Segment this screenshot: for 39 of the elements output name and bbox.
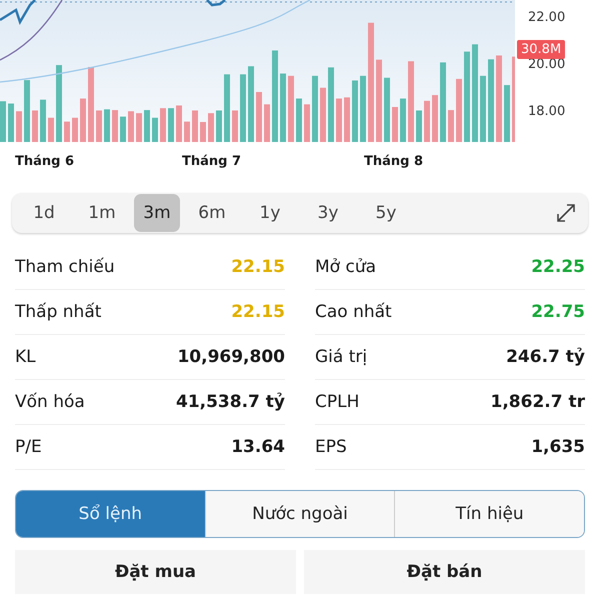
stat-value: 10,969,800 bbox=[177, 347, 285, 367]
period-tab[interactable]: 1y bbox=[244, 194, 296, 232]
stat-label: P/E bbox=[15, 437, 42, 457]
price-axis-label: 18.00 bbox=[528, 104, 566, 119]
period-tab[interactable]: 1d bbox=[18, 194, 70, 232]
stat-label: Cao nhất bbox=[315, 302, 392, 322]
stat-value: 1,635 bbox=[531, 437, 585, 457]
tab[interactable]: Nước ngoài bbox=[204, 491, 394, 537]
month-label: Tháng 8 bbox=[364, 154, 424, 169]
stat-value: 41,538.7 tỷ bbox=[176, 392, 285, 412]
period-tab[interactable]: 3y bbox=[302, 194, 354, 232]
stat-value: 13.64 bbox=[231, 437, 285, 457]
stat-label: Vốn hóa bbox=[15, 392, 85, 412]
stat-value: 22.15 bbox=[231, 257, 285, 277]
stat-value: 22.75 bbox=[531, 302, 585, 322]
stat-value: 22.15 bbox=[231, 302, 285, 322]
period-tab[interactable]: 5y bbox=[360, 194, 412, 232]
period-tab[interactable]: 6m bbox=[186, 194, 238, 232]
stat-value: 246.7 tỷ bbox=[506, 347, 585, 367]
stat-label: Mở cửa bbox=[315, 257, 376, 277]
order-button[interactable]: Đặt mua bbox=[15, 550, 296, 594]
stat-value: 1,862.7 tr bbox=[490, 392, 585, 412]
stat-label: KL bbox=[15, 347, 36, 367]
volume-badge: 30.8M bbox=[517, 40, 566, 59]
stat-label: Giá trị bbox=[315, 347, 368, 367]
order-button[interactable]: Đặt bán bbox=[304, 550, 585, 594]
tab[interactable]: Tín hiệu bbox=[394, 491, 584, 537]
stat-value: 22.25 bbox=[531, 257, 585, 277]
stat-label: CPLH bbox=[315, 392, 360, 412]
stat-label: Thấp nhất bbox=[15, 302, 102, 322]
expand-icon[interactable] bbox=[556, 203, 576, 223]
month-label: Tháng 7 bbox=[182, 154, 242, 169]
stat-label: EPS bbox=[315, 437, 347, 457]
period-tab[interactable]: 1m bbox=[76, 194, 128, 232]
price-axis-label: 22.00 bbox=[528, 10, 566, 25]
tab[interactable]: Sổ lệnh bbox=[16, 491, 205, 537]
period-tab[interactable]: 3m bbox=[134, 194, 180, 232]
stat-label: Tham chiếu bbox=[15, 257, 115, 277]
month-label: Tháng 6 bbox=[15, 154, 74, 169]
